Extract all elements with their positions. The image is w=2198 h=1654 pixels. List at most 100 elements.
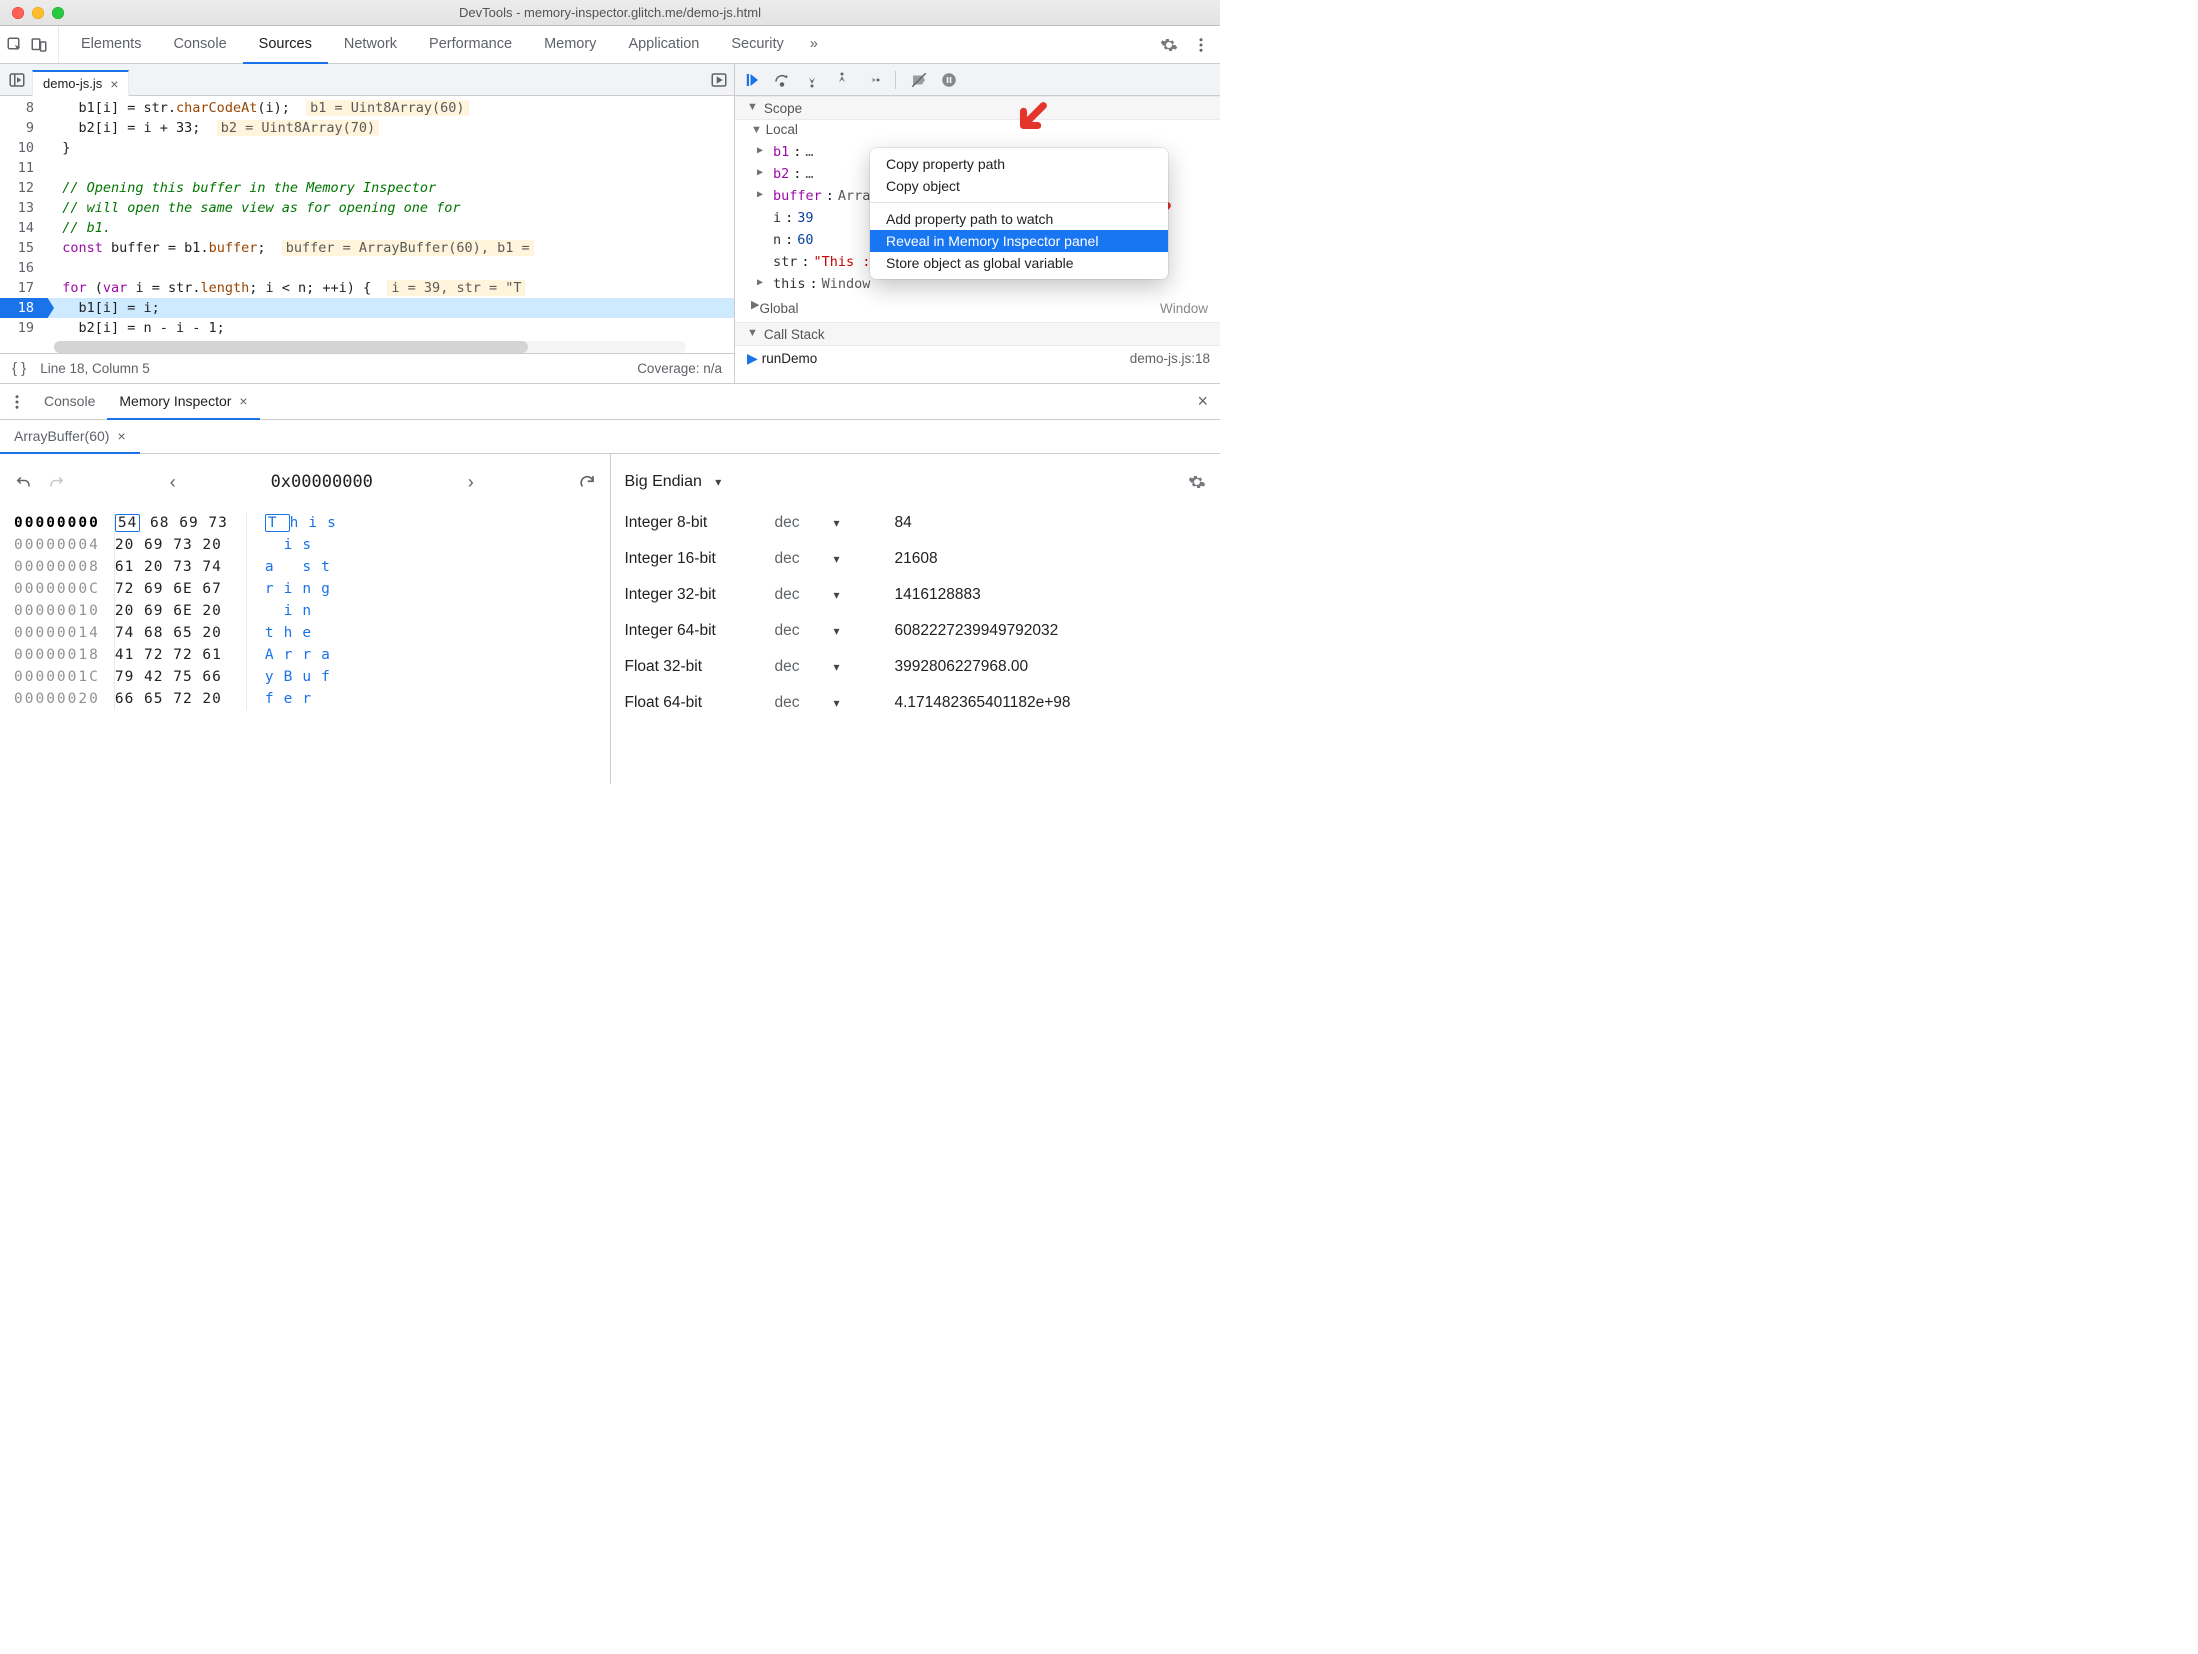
- value-type-label: Integer 8-bit: [625, 514, 775, 532]
- endian-select[interactable]: Big Endian ▾: [625, 473, 722, 491]
- code-line[interactable]: 18 b1[i] = i;: [0, 298, 734, 318]
- inspect-element-icon[interactable]: [6, 36, 24, 54]
- scope-global-label[interactable]: Global: [759, 301, 798, 316]
- horizontal-scrollbar[interactable]: [54, 341, 686, 353]
- ctx-copy-object[interactable]: Copy object: [870, 175, 1168, 197]
- drawer-tab-console[interactable]: Console: [32, 384, 107, 420]
- step-out-icon[interactable]: [833, 71, 851, 89]
- memory-hex-grid[interactable]: 0000000054 68 69 73This0000000420 69 73 …: [14, 512, 596, 710]
- scope-local-label: Local: [766, 122, 798, 137]
- more-menu-icon[interactable]: [1192, 36, 1210, 54]
- value-type-label: Float 32-bit: [625, 658, 775, 676]
- history-forward-icon[interactable]: [48, 473, 66, 491]
- close-icon[interactable]: ×: [110, 76, 118, 92]
- tab-application[interactable]: Application: [612, 26, 715, 64]
- value-format-select[interactable]: dec▾: [775, 514, 895, 532]
- value-result: 84: [895, 514, 1207, 532]
- callstack-section-header[interactable]: ▼Call Stack: [735, 322, 1220, 346]
- window-titlebar: DevTools - memory-inspector.glitch.me/de…: [0, 0, 1220, 26]
- value-format-select[interactable]: dec▾: [775, 586, 895, 604]
- tab-security[interactable]: Security: [715, 26, 799, 64]
- value-type-label: Integer 64-bit: [625, 622, 775, 640]
- tab-network[interactable]: Network: [328, 26, 413, 64]
- history-back-icon[interactable]: [14, 473, 32, 491]
- code-line[interactable]: 12 // Opening this buffer in the Memory …: [0, 178, 734, 198]
- value-result: 4.171482365401182e+98: [895, 694, 1207, 712]
- maximize-window-button[interactable]: [52, 7, 64, 19]
- source-file-name: demo-js.js: [43, 76, 102, 91]
- refresh-icon[interactable]: [578, 473, 596, 491]
- tab-sources[interactable]: Sources: [243, 26, 328, 64]
- navigator-toggle-icon[interactable]: [8, 71, 26, 89]
- value-result: 1416128883: [895, 586, 1207, 604]
- code-line[interactable]: 14 // b1.: [0, 218, 734, 238]
- context-menu: Copy property path Copy object Add prope…: [870, 148, 1168, 279]
- source-panel: demo-js.js × 8 b1[i] = str.charCodeAt(i)…: [0, 64, 735, 383]
- deactivate-breakpoints-icon[interactable]: [910, 71, 928, 89]
- next-page-button[interactable]: ›: [468, 472, 474, 493]
- callstack-frame[interactable]: ▶ runDemo demo-js.js:18: [735, 346, 1220, 371]
- drawer-tabbar: Console Memory Inspector × ×: [0, 384, 1220, 420]
- value-result: 3992806227968.00: [895, 658, 1207, 676]
- coverage-status: Coverage: n/a: [637, 361, 722, 376]
- code-line[interactable]: 11: [0, 158, 734, 178]
- code-line[interactable]: 17 for (var i = str.length; i < n; ++i) …: [0, 278, 734, 298]
- step-icon[interactable]: [863, 71, 881, 89]
- scope-section-header[interactable]: ▼Scope: [735, 96, 1220, 120]
- value-format-select[interactable]: dec▾: [775, 694, 895, 712]
- memory-value-panel: Big Endian ▾ Integer 8-bitdec▾84Integer …: [611, 454, 1221, 784]
- value-result: 6082227239949792032: [895, 622, 1207, 640]
- memory-buffer-tab[interactable]: ArrayBuffer(60) ×: [0, 420, 140, 454]
- code-line[interactable]: 8 b1[i] = str.charCodeAt(i); b1 = Uint8A…: [0, 98, 734, 118]
- ctx-store-global[interactable]: Store object as global variable: [870, 252, 1168, 274]
- close-window-button[interactable]: [12, 7, 24, 19]
- value-format-select[interactable]: dec▾: [775, 550, 895, 568]
- cursor-position: Line 18, Column 5: [40, 361, 150, 376]
- devtools-tabbar: Elements Console Sources Network Perform…: [0, 26, 1220, 64]
- code-line[interactable]: 9 b2[i] = i + 33; b2 = Uint8Array(70): [0, 118, 734, 138]
- prev-page-button[interactable]: ‹: [170, 472, 176, 493]
- ctx-add-watch[interactable]: Add property path to watch: [870, 208, 1168, 230]
- code-line[interactable]: 15 const buffer = b1.buffer; buffer = Ar…: [0, 238, 734, 258]
- current-frame-icon: ▶: [747, 350, 758, 367]
- ctx-reveal-memory-inspector[interactable]: Reveal in Memory Inspector panel: [870, 230, 1168, 252]
- value-format-select[interactable]: dec▾: [775, 658, 895, 676]
- drawer-close-button[interactable]: ×: [1185, 384, 1220, 419]
- resume-icon[interactable]: [743, 71, 761, 89]
- code-line[interactable]: 10 }: [0, 138, 734, 158]
- value-settings-icon[interactable]: [1188, 473, 1206, 491]
- tab-memory[interactable]: Memory: [528, 26, 612, 64]
- device-toolbar-icon[interactable]: [30, 36, 48, 54]
- code-line[interactable]: 19 b2[i] = n - i - 1;: [0, 318, 734, 338]
- ctx-copy-property-path[interactable]: Copy property path: [870, 153, 1168, 175]
- step-over-icon[interactable]: [773, 71, 791, 89]
- value-result: 21608: [895, 550, 1207, 568]
- tab-performance[interactable]: Performance: [413, 26, 528, 64]
- code-line[interactable]: 13 // will open the same view as for ope…: [0, 198, 734, 218]
- value-type-label: Integer 16-bit: [625, 550, 775, 568]
- source-file-tab[interactable]: demo-js.js ×: [32, 70, 129, 96]
- run-snippet-icon[interactable]: [710, 71, 728, 89]
- close-icon[interactable]: ×: [239, 393, 247, 409]
- drawer-more-icon[interactable]: [8, 393, 26, 411]
- pretty-print-icon[interactable]: { }: [12, 360, 26, 377]
- value-type-label: Integer 32-bit: [625, 586, 775, 604]
- drawer-tab-memory-inspector[interactable]: Memory Inspector ×: [107, 384, 259, 420]
- minimize-window-button[interactable]: [32, 7, 44, 19]
- debugger-panel: ▼Scope ▼ Local ▶b1: … ▶b2: … ▶buffer: Ar…: [735, 64, 1220, 383]
- memory-inspector-tabs: ArrayBuffer(60) ×: [0, 420, 1220, 454]
- tab-elements[interactable]: Elements: [65, 26, 157, 64]
- settings-gear-icon[interactable]: [1160, 36, 1178, 54]
- memory-hex-panel: ‹ 0x00000000 › 0000000054 68 69 73This00…: [0, 454, 611, 784]
- value-format-select[interactable]: dec▾: [775, 622, 895, 640]
- step-into-icon[interactable]: [803, 71, 821, 89]
- pause-on-exceptions-icon[interactable]: [940, 71, 958, 89]
- close-icon[interactable]: ×: [117, 428, 125, 444]
- memory-address-input[interactable]: 0x00000000: [192, 468, 452, 496]
- window-title: DevTools - memory-inspector.glitch.me/de…: [0, 5, 1220, 20]
- tab-console[interactable]: Console: [157, 26, 242, 64]
- code-line[interactable]: 16: [0, 258, 734, 278]
- tabs-overflow-button[interactable]: »: [800, 26, 828, 64]
- annotation-arrow-icon: [1015, 100, 1049, 134]
- code-editor[interactable]: 8 b1[i] = str.charCodeAt(i); b1 = Uint8A…: [0, 96, 734, 341]
